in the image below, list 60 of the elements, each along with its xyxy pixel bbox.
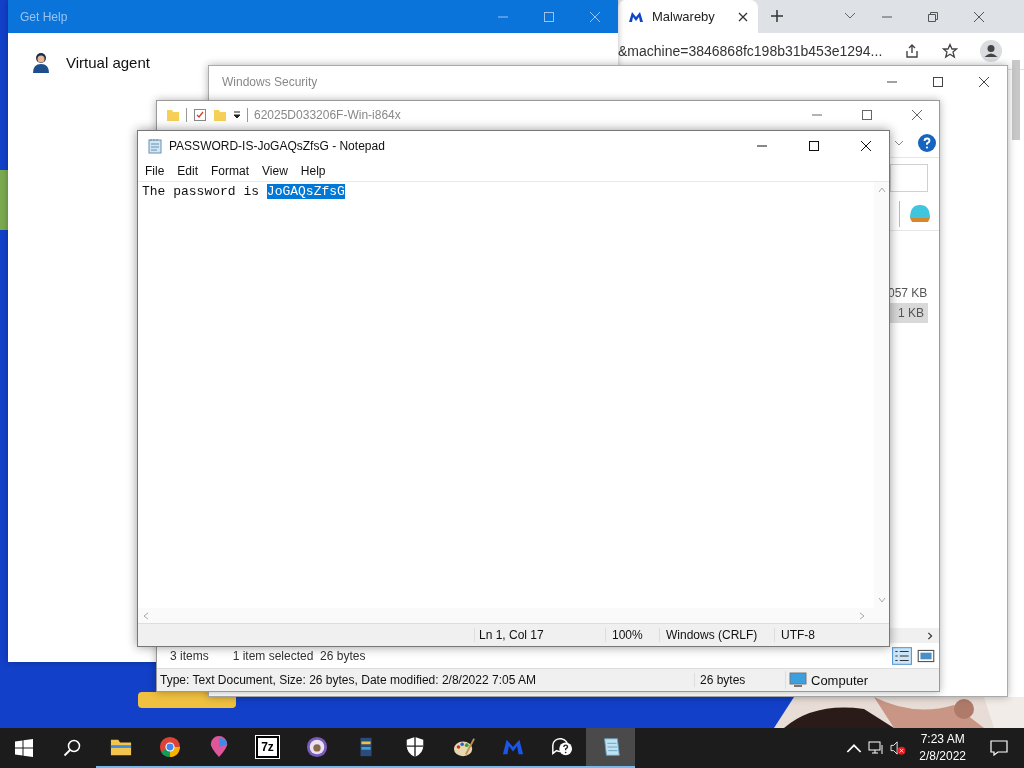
browser-tab[interactable]: Malwareby xyxy=(618,0,758,33)
time-label: 7:23 AM xyxy=(920,731,965,748)
archive-icon: 7z xyxy=(256,736,279,758)
new-tab-icon[interactable] xyxy=(770,9,784,23)
clock[interactable]: 7:23 AM 2/8/2022 xyxy=(909,731,976,765)
chevron-icon[interactable] xyxy=(844,12,856,20)
window-title: Get Help xyxy=(19,9,69,24)
status-field: Windows (CRLF) xyxy=(659,628,774,642)
close-icon[interactable] xyxy=(738,11,748,22)
taskbar-app[interactable]: 7z xyxy=(243,728,292,768)
date-label: 2/8/2022 xyxy=(919,748,966,765)
address-field[interactable]: &machine=3846868fc198b31b453e1294... xyxy=(618,43,883,59)
menu-item[interactable]: Help xyxy=(300,164,326,178)
profile-icon[interactable] xyxy=(980,40,1003,62)
feedback-icon xyxy=(550,736,573,758)
palette-icon xyxy=(452,736,475,758)
mascot-icon xyxy=(305,736,328,758)
restore-icon[interactable] xyxy=(927,11,939,23)
dropdown-icon[interactable] xyxy=(233,111,241,119)
taskbar-app[interactable] xyxy=(586,728,635,768)
status-field: Ln 1, Col 17 xyxy=(474,628,605,642)
location-label: Computer xyxy=(811,672,869,688)
notification-icon[interactable] xyxy=(990,740,1008,756)
maximize-icon[interactable] xyxy=(808,140,820,152)
checklist-icon[interactable] xyxy=(193,108,207,122)
search-icon xyxy=(63,739,81,757)
network-icon[interactable] xyxy=(868,741,885,755)
agent-label: Virtual agent xyxy=(66,53,150,71)
scroll-right-icon[interactable] xyxy=(926,631,934,640)
chevron-icon[interactable] xyxy=(894,138,904,148)
close-icon[interactable] xyxy=(860,140,872,152)
chrome-icon xyxy=(158,736,181,758)
status-field: UTF-8 xyxy=(774,628,877,642)
star-icon[interactable] xyxy=(942,43,959,59)
close-icon[interactable] xyxy=(978,76,990,88)
menu-item[interactable]: Edit xyxy=(177,164,199,178)
window-title: Windows Security xyxy=(221,75,319,89)
search-field[interactable] xyxy=(890,164,928,192)
file-size-cell[interactable]: 1 KB xyxy=(888,303,928,323)
windows-logo-icon xyxy=(15,739,33,757)
volume-muted-icon[interactable] xyxy=(890,741,907,755)
maximize-icon[interactable] xyxy=(932,76,944,88)
computer-icon xyxy=(789,671,807,689)
menu-item[interactable]: File xyxy=(145,164,165,178)
window-title: PASSWORD-IS-JoGAQsZfsG - Notepad xyxy=(169,139,386,153)
file-details: Type: Text Document, Size: 26 bytes, Date modified: 2/8/2022 7:05 AM xyxy=(159,673,537,687)
notepad-icon xyxy=(147,138,163,154)
scrollbar[interactable] xyxy=(1012,60,1020,140)
details-view-icon[interactable] xyxy=(892,646,912,665)
agent-avatar-icon xyxy=(30,51,52,73)
selection-info: 1 item selected 26 bytes xyxy=(232,648,366,663)
status-field: 100% xyxy=(605,628,659,642)
menu-item[interactable]: View xyxy=(262,164,288,178)
item-count: 3 items xyxy=(170,648,209,663)
menu-item[interactable]: Format xyxy=(211,164,250,178)
document-text[interactable]: The password is JoGAQsZfsG xyxy=(138,182,874,608)
share-icon[interactable] xyxy=(904,43,921,59)
window-title: 62025D033206F-Win-i864x xyxy=(254,108,402,122)
file-size: 26 bytes xyxy=(694,673,785,687)
help-icon[interactable] xyxy=(918,134,936,152)
